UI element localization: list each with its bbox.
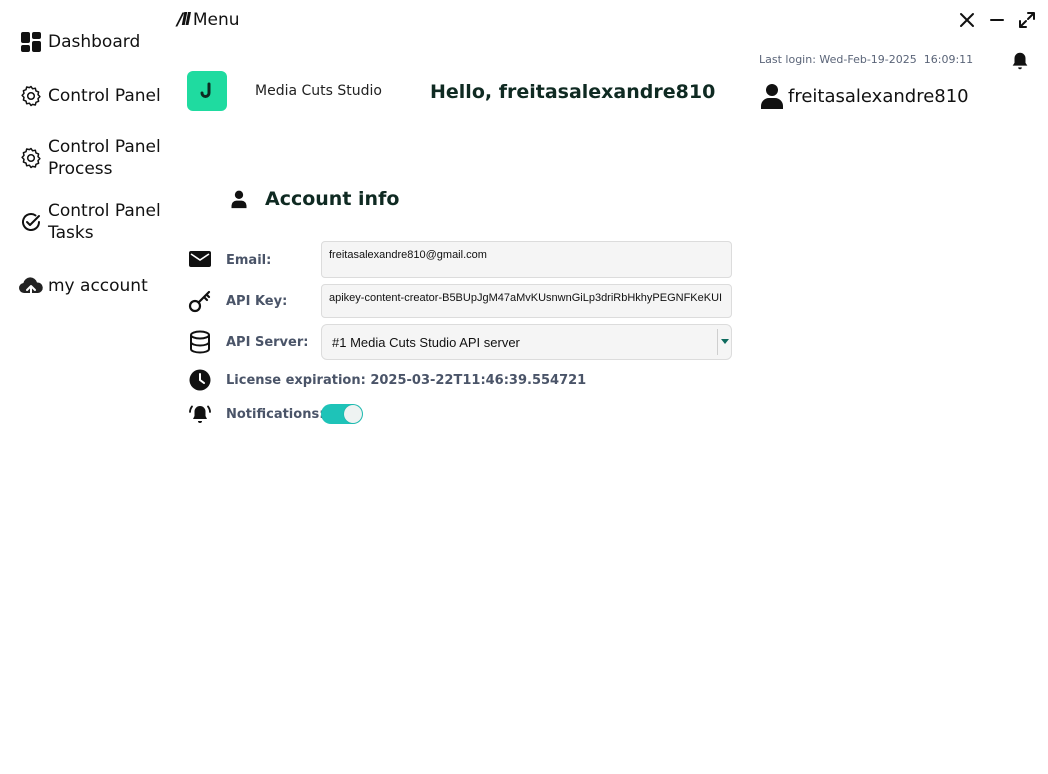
sidebar-item-my-account[interactable]: my account [18,273,148,299]
bell-icon [1012,52,1028,70]
api-server-label: API Server: [226,335,309,350]
sidebar-item-control-panel[interactable]: Control Panel [18,83,161,109]
greeting: Hello, freitasalexandre810 [430,81,716,103]
api-server-value: #1 Media Cuts Studio API server [332,335,520,350]
minimize-icon [990,19,1004,21]
cloud-upload-icon [18,273,44,299]
check-circle-icon [18,209,44,235]
close-icon [960,13,974,27]
sidebar-item-label: Control Panel Process [48,137,161,179]
clock-icon [188,368,212,392]
last-login-text: Last login: Wed-Feb-19-2025 16:09:11 [759,53,974,66]
bell-ring-icon [188,402,212,426]
email-label: Email: [226,253,272,268]
chevron-down-icon[interactable] [717,329,731,355]
toggle-knob [344,405,362,423]
database-icon [188,330,212,354]
gear-icon [18,145,44,171]
notifications-toggle[interactable] [321,404,363,424]
account-info-header: Account info [229,188,399,210]
sidebar-item-dashboard[interactable]: Dashboard [18,29,140,55]
api-key-field[interactable]: apikey-content-creator-B5BUpJgM47aMvKUsn… [321,284,732,318]
sidebar-item-label: Dashboard [48,32,141,52]
api-key-label: API Key: [226,294,288,309]
menu-label: Menu [192,10,240,30]
api-server-select[interactable]: #1 Media Cuts Studio API server [321,324,732,360]
username: freitasalexandre810 [788,85,969,107]
sidebar-item-control-panel-process[interactable]: Control Panel Process [18,136,161,180]
menu-button[interactable]: /ll Menu [177,10,240,30]
logo-icon [200,82,211,98]
section-title: Account info [265,188,400,210]
gear-icon [18,83,44,109]
sidebar-item-label: Control Panel [48,86,161,106]
dashboard-icon [18,29,44,55]
key-icon [188,289,212,313]
mail-icon [188,247,212,271]
sidebar-item-label: my account [48,276,148,296]
minimize-button[interactable] [986,9,1008,31]
notifications-label: Notifications: [226,407,325,422]
sidebar: Dashboard Control Panel Control Panel Pr… [0,0,170,774]
app-logo [187,71,227,111]
license-expiration: License expiration: 2025-03-22T11:46:39.… [226,373,587,388]
menu-slashes-icon: /ll [177,10,191,30]
notifications-button[interactable] [1009,50,1031,72]
user-icon [761,84,783,109]
sidebar-item-control-panel-tasks[interactable]: Control Panel Tasks [18,200,161,244]
maximize-button[interactable] [1016,9,1038,31]
app-window: Dashboard Control Panel Control Panel Pr… [0,0,1048,774]
email-field[interactable]: freitasalexandre810@gmail.com [321,241,732,278]
close-button[interactable] [956,9,978,31]
studio-name: Media Cuts Studio [255,83,382,99]
sidebar-item-label: Control Panel Tasks [48,201,161,243]
user-profile[interactable]: freitasalexandre810 [760,83,969,109]
person-icon [231,190,247,209]
expand-icon [1019,12,1035,28]
